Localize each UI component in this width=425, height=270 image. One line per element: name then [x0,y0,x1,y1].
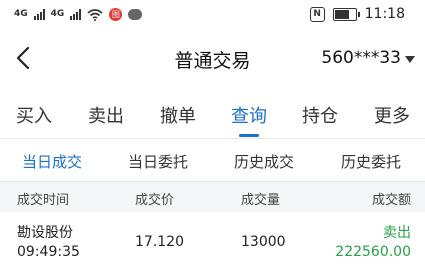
account-selector[interactable]: 560***33 [321,48,415,68]
subtab-history-orders[interactable]: 历史委托 [341,151,401,172]
table-row[interactable]: 勘设股份 09:49:35 17.120 13000 卖出 222560.00 [0,213,425,270]
column-header-amount: 成交额 [371,193,411,208]
tab-cancel[interactable]: 撤单 [160,102,196,128]
tab-sell[interactable]: 卖出 [88,102,124,128]
status-bar: 4G 4G 图 N 11:18 [0,0,425,30]
tab-buy[interactable]: 买入 [16,102,52,128]
nfc-icon: N [309,6,325,22]
trade-volume: 13000 [241,234,286,250]
trade-price: 17.120 [135,234,184,250]
sub-tabs: 当日成交 当日委托 历史成交 历史委托 [0,139,425,182]
main-tabs: 买入 卖出 撤单 查询 持仓 更多 [0,92,425,139]
trade-time: 09:49:35 [17,244,80,260]
tab-holdings[interactable]: 持仓 [302,102,338,128]
nav-bar: 普通交易 560***33 [0,38,425,82]
table-header: 成交时间 成交价 成交量 成交额 [0,182,425,212]
subtab-today-trades[interactable]: 当日成交 [22,151,82,172]
chevron-down-icon [405,55,415,63]
column-header-price: 成交价 [135,193,175,208]
wifi-icon [87,8,103,21]
tab-more[interactable]: 更多 [374,102,410,128]
account-number: 560***33 [321,48,401,68]
clock: 11:18 [364,6,405,22]
battery-icon [332,7,360,21]
network-type-2: 4G [50,9,65,19]
status-right: N 11:18 [309,6,405,22]
subtab-today-orders[interactable]: 当日委托 [128,151,188,172]
trade-side: 卖出 [383,225,411,241]
column-header-time: 成交时间 [17,193,70,208]
signal-icon [33,9,45,20]
signal-icon-2 [70,9,82,20]
trade-amount: 222560.00 [335,244,411,260]
status-left: 4G 4G 图 [14,8,143,21]
tab-query[interactable]: 查询 [231,102,267,128]
stock-name: 勘设股份 [17,225,73,241]
subtab-history-trades[interactable]: 历史成交 [234,151,294,172]
chat-icon [128,9,143,20]
active-tab-indicator [239,134,259,137]
network-type: 4G [14,9,28,19]
notification-icon: 图 [109,8,123,21]
column-header-volume: 成交量 [241,193,281,208]
